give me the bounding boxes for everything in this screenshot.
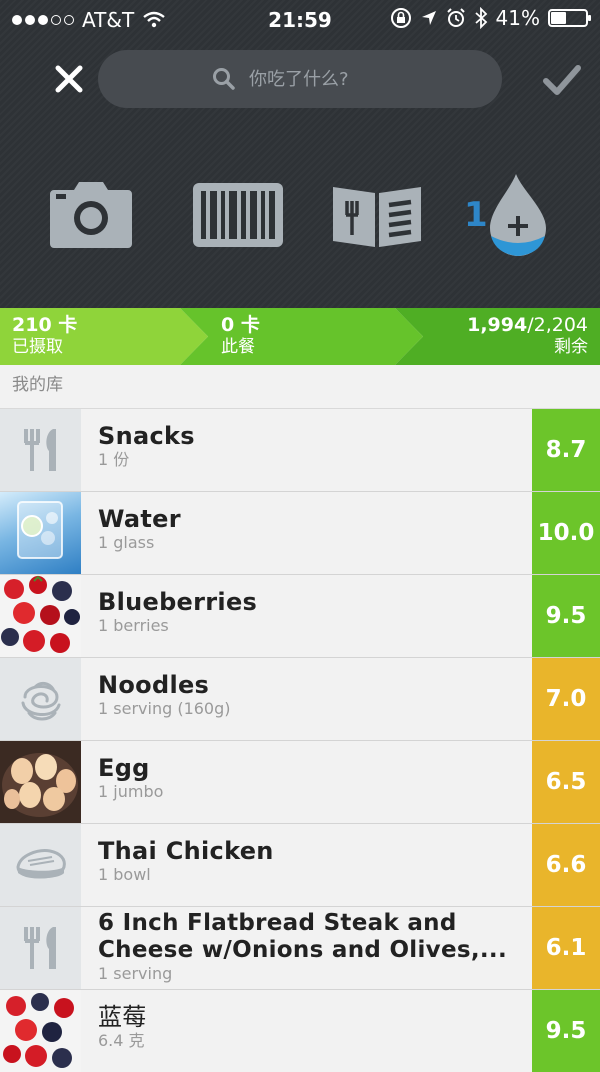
food-item-water[interactable]: Water 1 glass 10.0: [0, 492, 600, 575]
food-library-list: Snacks 1 份 8.7 Water 1 glass 10.0 Bluebe…: [0, 409, 600, 1072]
search-input[interactable]: [249, 68, 389, 90]
search-icon: [213, 68, 235, 90]
food-serving: 1 serving (160g): [98, 699, 231, 718]
location-icon: [421, 11, 436, 25]
berries-photo: [0, 575, 81, 657]
barcode-icon: [193, 183, 283, 247]
status-bar: AT&T 21:59 41%: [0, 0, 600, 40]
utensils-icon: [0, 409, 81, 491]
meat-icon: [0, 824, 81, 906]
barcode-scan-button[interactable]: [193, 183, 283, 247]
food-item-blueberry-cn[interactable]: 蓝莓 6.4 克 9.5: [0, 990, 600, 1072]
food-item-thai-chicken[interactable]: Thai Chicken 1 bowl 6.6: [0, 824, 600, 907]
food-serving: 1 jumbo: [98, 782, 164, 801]
water-count: 1: [464, 195, 488, 235]
camera-icon: [50, 182, 132, 248]
food-item-noodles[interactable]: Noodles 1 serving (160g) 7.0: [0, 658, 600, 741]
food-score-badge: 8.7: [532, 409, 600, 491]
food-name: Egg: [98, 754, 150, 782]
food-name: Water: [98, 505, 181, 533]
add-water-button[interactable]: 1: [462, 170, 552, 258]
calorie-summary-bar: 210 卡 已摄取 0 卡 此餐 1,994/2,204 剩余: [0, 308, 600, 365]
bluetooth-icon: [474, 7, 487, 29]
food-score-badge: 9.5: [532, 575, 600, 657]
food-serving: 1 bowl: [98, 865, 151, 884]
food-item-flatbread[interactable]: 6 Inch Flatbread Steak and Cheese w/Onio…: [0, 907, 600, 990]
berries-photo: [0, 990, 81, 1072]
alarm-icon: [446, 8, 465, 27]
noodles-icon: [0, 658, 81, 740]
food-item-blueberries[interactable]: Blueberries 1 berries 9.5: [0, 575, 600, 658]
food-name: Thai Chicken: [98, 837, 274, 865]
food-score-badge: 6.1: [532, 907, 600, 989]
food-score-badge: 6.6: [532, 824, 600, 906]
water-photo: [0, 492, 81, 574]
food-serving: 1 glass: [98, 533, 155, 552]
food-name: Noodles: [98, 671, 210, 699]
food-name: 蓝莓: [98, 1003, 147, 1031]
library-section-header: 我的库: [0, 365, 600, 409]
rotation-lock-icon: [390, 8, 411, 28]
battery-icon: [548, 9, 591, 27]
food-name: 6 Inch Flatbread Steak and Cheese w/Onio…: [98, 910, 507, 963]
restaurant-menu-button[interactable]: [333, 183, 421, 247]
eggs-photo: [0, 741, 81, 823]
close-button[interactable]: [48, 58, 90, 100]
food-score-badge: 6.5: [532, 741, 600, 823]
menu-book-icon: [333, 187, 421, 247]
utensils-icon: [0, 907, 81, 989]
header: AT&T 21:59 41% 你吃了什么? 1: [0, 0, 600, 308]
confirm-check-button[interactable]: [540, 58, 584, 102]
water-drop-icon: [490, 174, 546, 256]
food-name: Blueberries: [98, 588, 258, 616]
food-serving: 1 份: [98, 450, 130, 469]
food-score-badge: 9.5: [532, 990, 600, 1072]
food-serving: 1 berries: [98, 616, 169, 635]
meal-calories: 0 卡 此餐: [221, 314, 260, 357]
food-name: Snacks: [98, 422, 195, 450]
search-bar[interactable]: [98, 50, 502, 108]
camera-button[interactable]: [48, 180, 134, 250]
consumed-calories: 210 卡 已摄取: [12, 314, 78, 357]
food-serving: 6.4 克: [98, 1031, 145, 1050]
food-serving: 1 serving: [98, 964, 173, 983]
food-score-badge: 7.0: [532, 658, 600, 740]
remaining-calories: 1,994/2,204 剩余: [467, 314, 588, 357]
battery-percent: 41%: [495, 6, 540, 30]
food-score-badge: 10.0: [532, 492, 600, 574]
food-item-egg[interactable]: Egg 1 jumbo 6.5: [0, 741, 600, 824]
food-item-snacks[interactable]: Snacks 1 份 8.7: [0, 409, 600, 492]
